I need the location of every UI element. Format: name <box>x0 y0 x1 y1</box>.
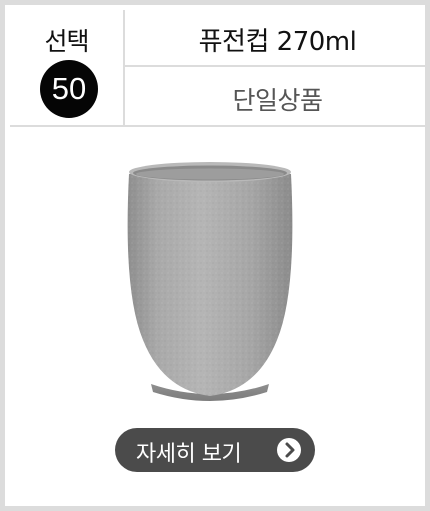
product-header: 선택 50 퓨전컵 270ml 단일상품 <box>10 10 430 127</box>
select-number-badge[interactable]: 50 <box>40 60 98 118</box>
chevron-right-icon <box>277 438 301 462</box>
select-label: 선택 <box>44 27 89 56</box>
product-title: 퓨전컵 270ml <box>198 27 357 57</box>
product-image-area: 자세히 보기 <box>5 122 425 506</box>
select-cell[interactable]: 선택 50 <box>10 10 125 125</box>
cup-image[interactable] <box>5 122 425 422</box>
product-subtitle: 단일상품 <box>232 86 323 115</box>
view-details-label: 자세히 보기 <box>136 442 242 467</box>
view-details-button[interactable]: 자세히 보기 <box>115 428 315 472</box>
subtitle-cell: 단일상품 <box>125 67 430 125</box>
title-cell: 퓨전컵 270ml <box>125 10 430 67</box>
